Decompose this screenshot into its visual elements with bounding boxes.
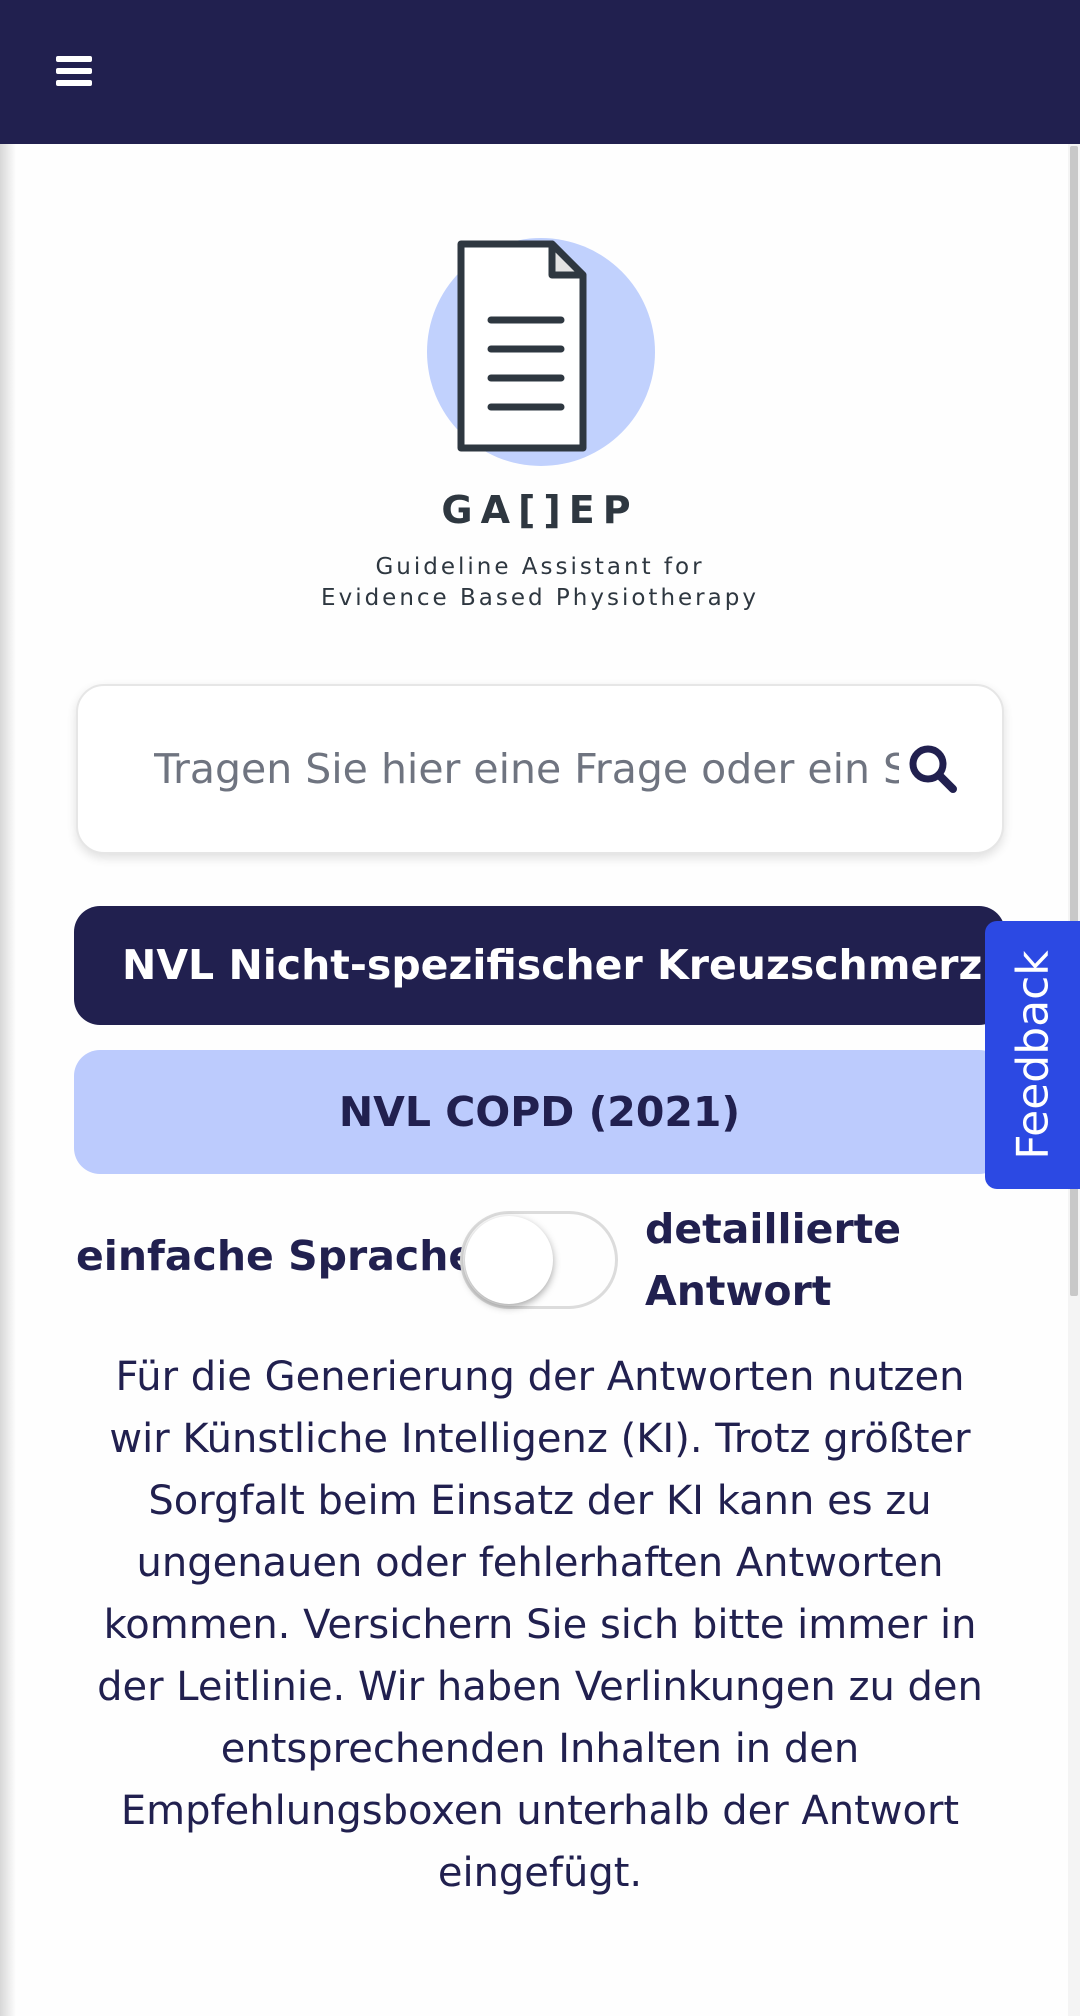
app-subtitle-line-2: Evidence Based Physiotherapy: [321, 585, 759, 611]
search-box: [76, 684, 1004, 854]
document-icon: [425, 236, 657, 468]
app-logo-subtitle: Guideline Assistant for Evidence Based P…: [0, 552, 1080, 614]
toggle-knob: [465, 1216, 553, 1304]
ai-disclaimer-text: Für die Generierung der Antworten nutzen…: [97, 1354, 983, 1896]
hamburger-menu-icon[interactable]: [56, 56, 92, 86]
top-navigation-bar: [0, 0, 1080, 144]
search-icon[interactable]: [898, 734, 968, 804]
feedback-button[interactable]: Feedback: [985, 921, 1080, 1189]
simple-language-label: einfache Sprache: [76, 1232, 477, 1280]
drawer-edge-shadow: [0, 144, 16, 2016]
search-input[interactable]: [154, 734, 899, 804]
feedback-label: Feedback: [1007, 950, 1058, 1160]
guideline-button-copd[interactable]: NVL COPD (2021): [74, 1050, 1005, 1174]
app-subtitle-line-1: Guideline Assistant for: [375, 554, 705, 580]
guideline-button-kreuzschmerz[interactable]: NVL Nicht-spezifischer Kreuzschmerz (201…: [74, 906, 1005, 1025]
answer-mode-toggle[interactable]: [460, 1211, 618, 1309]
detailed-answer-label: detaillierte Antwort: [645, 1205, 902, 1315]
app-logo-title: GA[]EP: [441, 488, 639, 532]
